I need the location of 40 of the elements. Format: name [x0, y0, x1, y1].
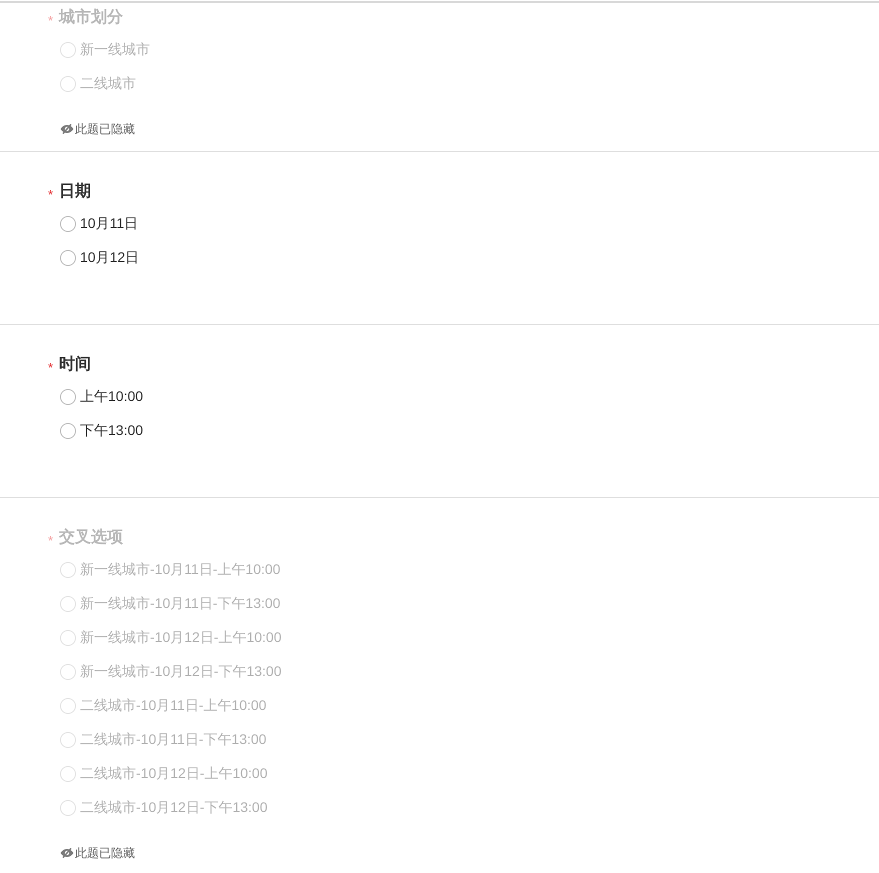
required-asterisk: *: [48, 12, 54, 26]
option-label: 10月12日: [80, 249, 140, 267]
radio-button[interactable]: [60, 766, 76, 782]
option-label: 上午10:00: [80, 388, 144, 406]
radio-button[interactable]: [60, 664, 76, 680]
radio-button[interactable]: [60, 216, 76, 232]
option-label: 10月11日: [80, 215, 138, 233]
required-asterisk: *: [48, 532, 54, 546]
question-title: 日期: [59, 182, 91, 202]
option-label: 新一线城市-10月11日-上午10:00: [80, 561, 280, 579]
option-label: 新一线城市-10月11日-下午13:00: [80, 595, 280, 613]
radio-button[interactable]: [60, 76, 76, 92]
option-label: 二线城市-10月12日-上午10:00: [80, 765, 268, 783]
hidden-notice: 此题已隐藏: [75, 121, 135, 137]
option-label: 二线城市-10月12日-下午13:00: [80, 799, 268, 817]
radio-button[interactable]: [60, 389, 76, 405]
radio-button[interactable]: [60, 732, 76, 748]
option-label: 二线城市-10月11日-下午13:00: [80, 731, 266, 749]
radio-button[interactable]: [60, 42, 76, 58]
question-title: 交叉选项: [59, 527, 123, 548]
radio-button[interactable]: [60, 562, 76, 578]
required-asterisk: *: [48, 186, 54, 200]
option-label: 二线城市: [80, 75, 136, 93]
option-label: 二线城市-10月11日-上午10:00: [80, 697, 266, 715]
eye-slash-icon: [60, 124, 74, 134]
radio-button[interactable]: [60, 800, 76, 816]
option-label: 新一线城市-10月12日-上午10:00: [80, 629, 282, 647]
question-title: 时间: [59, 354, 91, 375]
radio-button[interactable]: [60, 698, 76, 714]
option-label: 下午13:00: [80, 422, 144, 440]
hidden-notice: 此题已隐藏: [75, 845, 135, 861]
option-label: 新一线城市-10月12日-下午13:00: [80, 663, 282, 681]
question-title: 城市划分: [59, 7, 123, 28]
radio-button[interactable]: [60, 596, 76, 612]
radio-button[interactable]: [60, 630, 76, 646]
option-label: 新一线城市: [80, 41, 150, 59]
radio-button[interactable]: [60, 250, 76, 266]
radio-button[interactable]: [60, 423, 76, 439]
eye-slash-icon: [60, 848, 74, 858]
required-asterisk: *: [48, 358, 54, 374]
